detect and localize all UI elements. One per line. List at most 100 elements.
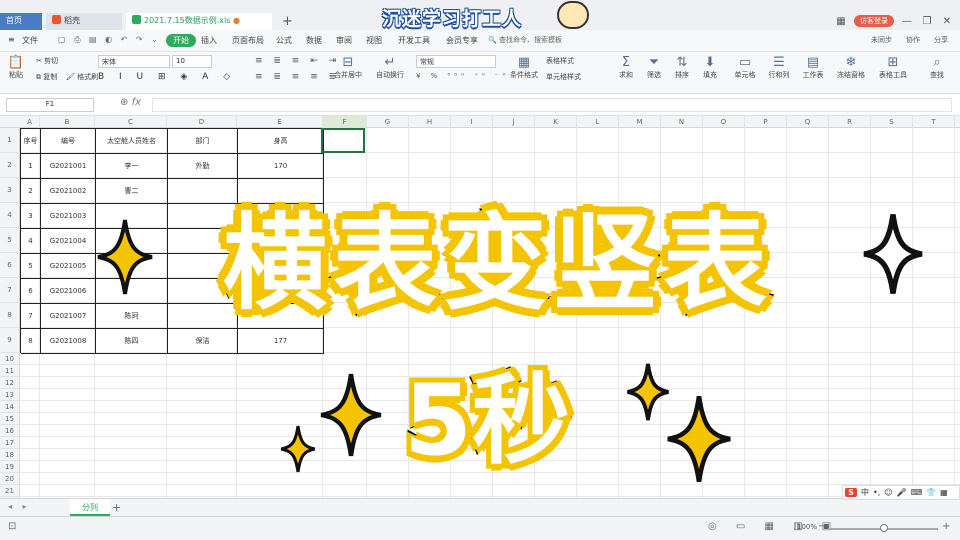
menu-start[interactable]: 开始 <box>166 34 196 47</box>
tab-workbook[interactable]: 2021.7.15数据示例.xls ● <box>126 13 272 30</box>
column-header-F[interactable]: F <box>323 116 367 128</box>
selected-cell[interactable] <box>321 128 365 153</box>
zoom-formula-icon[interactable]: ⊕ <box>120 97 128 108</box>
menu-view[interactable]: 视图 <box>366 35 382 46</box>
column-header-I[interactable]: I <box>451 116 493 128</box>
menu-file[interactable]: 文件 <box>22 35 38 46</box>
paste-button[interactable]: 📋 粘贴 <box>6 55 26 80</box>
column-header-J[interactable]: J <box>493 116 535 128</box>
table-cell[interactable]: G2021004 <box>41 229 96 254</box>
name-box[interactable]: F1 <box>6 98 94 112</box>
zoom-in-icon[interactable]: + <box>942 521 950 532</box>
sheet-tab-split[interactable]: 分列 <box>70 499 110 516</box>
command-search[interactable]: 🔍 查找命令、搜索模板 <box>488 35 562 45</box>
column-header-R[interactable]: R <box>829 116 871 128</box>
column-header-L[interactable]: L <box>577 116 619 128</box>
formula-input[interactable] <box>152 98 952 112</box>
grid-icon[interactable]: ▦ <box>834 16 848 27</box>
valign-buttons[interactable]: ≡ ≣ ≡ ≡ ≣ <box>255 72 340 82</box>
skin-icon[interactable]: 👕 <box>926 488 936 497</box>
tab-docer[interactable]: 稻壳 <box>46 13 122 30</box>
row-header-16[interactable]: 16 <box>0 425 20 437</box>
column-header-B[interactable]: B <box>40 116 95 128</box>
freeze-panes-button[interactable]: ❄ 冻结窗格 <box>834 55 868 80</box>
menu-review[interactable]: 审阅 <box>336 35 352 46</box>
zoom-slider-knob[interactable] <box>880 524 888 532</box>
row-header-17[interactable]: 17 <box>0 437 20 449</box>
column-header-D[interactable]: D <box>167 116 237 128</box>
table-cell[interactable]: 曹二 <box>96 179 168 204</box>
table-cell[interactable]: 3 <box>21 204 41 229</box>
cells-button[interactable]: ▭ 单元格 <box>730 55 760 80</box>
worksheet-button[interactable]: ▤ 工作表 <box>798 55 828 80</box>
tab-home[interactable]: 首页 <box>0 13 42 30</box>
menu-developer[interactable]: 开发工具 <box>398 35 430 46</box>
ime-toolbar[interactable]: S 中 •, ☺ 🎤 ⌨ 👕 ▦ <box>842 485 960 500</box>
table-cell[interactable]: 陈珂 <box>96 304 168 329</box>
merge-center-button[interactable]: ⊟ 合并居中 <box>332 55 364 80</box>
rows-cols-button[interactable]: ☰ 行和列 <box>764 55 794 80</box>
table-style-button[interactable]: 表格样式 <box>546 56 574 66</box>
menu-data[interactable]: 数据 <box>306 35 322 46</box>
table-header-cell[interactable]: 太空舱人员姓名 <box>96 129 168 154</box>
punct-icon[interactable]: •, <box>873 488 880 497</box>
minimize-icon[interactable]: — <box>900 16 914 27</box>
collaborate-button[interactable]: 协作 <box>906 35 920 45</box>
table-cell[interactable]: 外勤 <box>168 154 238 179</box>
wrap-text-button[interactable]: ↵ 自动换行 <box>374 55 406 80</box>
row-header-14[interactable]: 14 <box>0 401 20 413</box>
row-header-21[interactable]: 21 <box>0 485 20 497</box>
table-header-cell[interactable]: 编号 <box>41 129 96 154</box>
cut-button[interactable]: ✂ 剪切 <box>36 56 58 66</box>
row-header-10[interactable]: 10 <box>0 353 20 365</box>
row-header-6[interactable]: 6 <box>0 253 20 278</box>
format-painter-button[interactable]: 🖌 格式刷 <box>66 72 98 82</box>
table-cell[interactable]: 陈四 <box>96 329 168 354</box>
row-header-12[interactable]: 12 <box>0 377 20 389</box>
table-cell[interactable]: G2021006 <box>41 279 96 304</box>
table-cell[interactable]: 8 <box>21 329 41 354</box>
row-header-20[interactable]: 20 <box>0 473 20 485</box>
table-cell[interactable]: 7 <box>21 304 41 329</box>
column-header-G[interactable]: G <box>367 116 409 128</box>
filter-button[interactable]: ⏷ 筛选 <box>642 55 666 80</box>
number-format-select[interactable]: 常规 <box>416 55 496 68</box>
font-style-buttons[interactable]: B I U ⊞ ◈ A ◇ <box>98 72 236 82</box>
column-header-S[interactable]: S <box>871 116 913 128</box>
table-cell[interactable]: G2021003 <box>41 204 96 229</box>
sort-button[interactable]: ⇅ 排序 <box>670 55 694 80</box>
zoom-out-icon[interactable]: − <box>818 521 826 532</box>
close-icon[interactable]: ✕ <box>940 16 954 27</box>
fill-button[interactable]: ⬇ 填充 <box>698 55 722 80</box>
column-header-K[interactable]: K <box>535 116 577 128</box>
macro-record-icon[interactable]: ⊡ <box>8 521 16 532</box>
table-cell[interactable]: 6 <box>21 279 41 304</box>
table-tools-button[interactable]: ⊞ 表格工具 <box>876 55 910 80</box>
sum-button[interactable]: Σ 求和 <box>614 55 638 80</box>
keyboard-icon[interactable]: ⌨ <box>911 488 923 497</box>
mic-icon[interactable]: 🎤 <box>897 488 907 497</box>
row-header-15[interactable]: 15 <box>0 413 20 425</box>
row-header-2[interactable]: 2 <box>0 153 20 178</box>
table-cell[interactable]: G2021001 <box>41 154 96 179</box>
row-header-7[interactable]: 7 <box>0 278 20 303</box>
conditional-format-button[interactable]: ▦ 条件格式 <box>506 55 542 80</box>
align-buttons[interactable]: ≡ ≣ ≡ ⇤ ⇥ <box>255 56 340 66</box>
maximize-icon[interactable]: ❐ <box>920 16 934 27</box>
add-sheet-button[interactable]: + <box>112 501 121 514</box>
row-header-19[interactable]: 19 <box>0 461 20 473</box>
column-header-M[interactable]: M <box>619 116 661 128</box>
row-header-3[interactable]: 3 <box>0 178 20 203</box>
column-header-P[interactable]: P <box>745 116 787 128</box>
menu-page-layout[interactable]: 页面布局 <box>232 35 264 46</box>
column-header-E[interactable]: E <box>237 116 323 128</box>
table-cell[interactable]: 5 <box>21 254 41 279</box>
quick-access-icons[interactable]: ▢ ⎙ ▤ ◐ ↶ ↷ ⌄ <box>58 35 161 45</box>
sync-status[interactable]: 未同步 <box>871 35 892 45</box>
table-cell[interactable]: G2021005 <box>41 254 96 279</box>
hamburger-icon[interactable]: ≡ <box>8 35 15 44</box>
row-header-18[interactable]: 18 <box>0 449 20 461</box>
table-header-cell[interactable]: 部门 <box>168 129 238 154</box>
find-button[interactable]: ⌕ 查找 <box>924 55 950 80</box>
table-cell[interactable]: G2021008 <box>41 329 96 354</box>
